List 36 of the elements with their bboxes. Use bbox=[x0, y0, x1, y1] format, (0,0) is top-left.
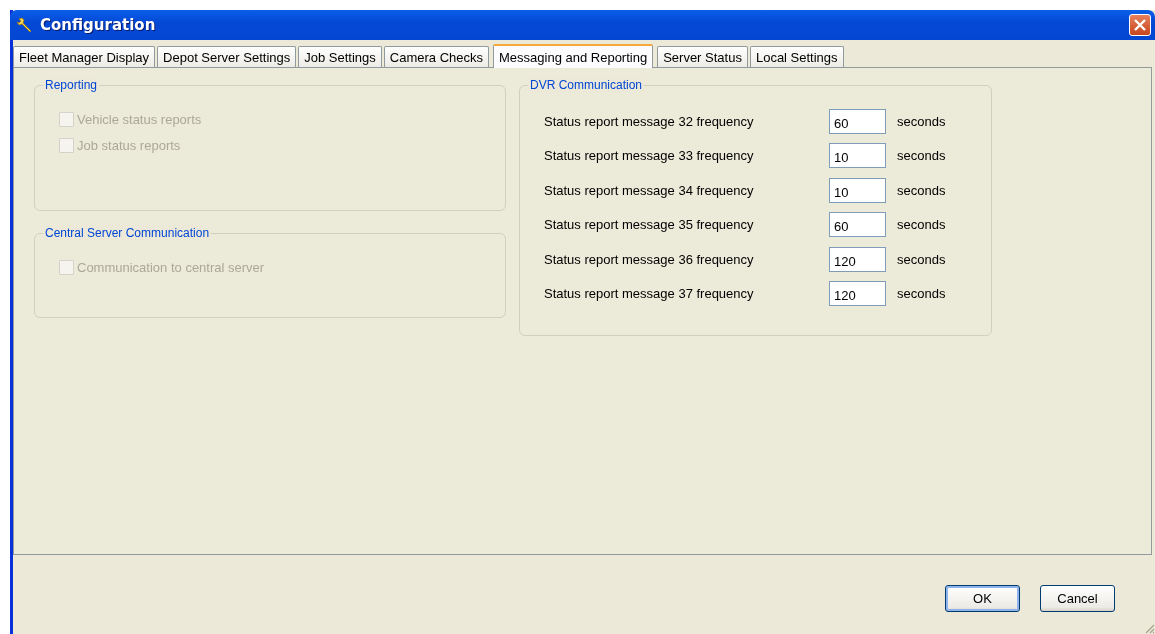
field-label: Status report message 32 frequency bbox=[544, 113, 755, 129]
unit-label: seconds bbox=[897, 113, 947, 129]
field-label: Status report message 35 frequency bbox=[544, 217, 755, 233]
field-label: Status report message 33 frequency bbox=[544, 148, 755, 164]
checkbox-label: Vehicle status reports bbox=[77, 112, 202, 127]
tab[interactable]: Local Settings bbox=[749, 46, 844, 67]
input-field[interactable]: 120 bbox=[829, 281, 886, 307]
tab[interactable]: Job Settings bbox=[298, 46, 382, 67]
field-label: Status report message 34 frequency bbox=[544, 182, 755, 198]
tab[interactable]: Camera Checks bbox=[383, 46, 489, 67]
checkbox-label: Job status reports bbox=[77, 138, 181, 153]
window-title: Configuration bbox=[40, 16, 157, 34]
unit-label: seconds bbox=[897, 148, 947, 164]
tab[interactable]: Server Status bbox=[657, 46, 748, 67]
field-label: Status report message 37 frequency bbox=[544, 286, 755, 302]
tab[interactable]: Fleet Manager Display bbox=[13, 46, 156, 67]
close-icon bbox=[1133, 18, 1147, 32]
tab[interactable]: Messaging and Reporting bbox=[493, 44, 654, 68]
dialog-button[interactable]: Cancel bbox=[1040, 585, 1115, 612]
close-button[interactable] bbox=[1129, 14, 1151, 36]
tab[interactable]: Depot Server Settings bbox=[157, 46, 297, 67]
input-field[interactable]: 60 bbox=[829, 108, 886, 134]
unit-label: seconds bbox=[897, 251, 947, 267]
input-field[interactable]: 10 bbox=[829, 177, 886, 203]
input-field[interactable]: 120 bbox=[829, 246, 886, 272]
resize-grip-icon[interactable] bbox=[1143, 622, 1155, 634]
unit-label: seconds bbox=[897, 182, 947, 198]
dialog-button[interactable]: OK bbox=[945, 585, 1020, 612]
unit-label: seconds bbox=[897, 217, 947, 233]
checkbox-label: Communication to central server bbox=[77, 260, 265, 275]
input-field[interactable]: 60 bbox=[829, 212, 886, 238]
group-title: Reporting bbox=[43, 77, 100, 93]
input-field[interactable]: 10 bbox=[829, 143, 886, 169]
wrench-icon bbox=[16, 16, 34, 34]
unit-label: seconds bbox=[897, 286, 947, 302]
field-label: Status report message 36 frequency bbox=[544, 251, 755, 267]
